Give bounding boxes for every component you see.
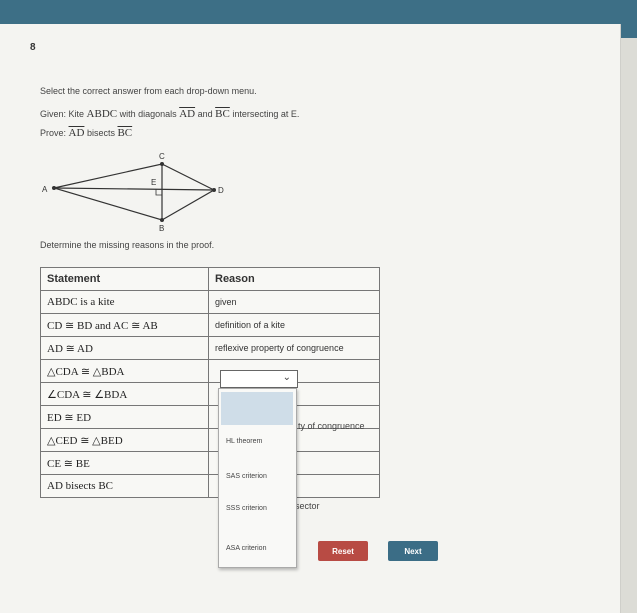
table-row: ∠CDA ≅ ∠BDA: [40, 382, 380, 406]
label-c: C: [159, 152, 165, 161]
table-row: CD ≅ BD and AC ≅ AB definition of a kite: [40, 313, 380, 337]
statement-cell: △CDA ≅ △BDA: [40, 359, 209, 383]
chevron-down-icon: ⌄: [282, 372, 291, 383]
kite-diagram: A C D B E: [42, 152, 224, 233]
vertex-a: [52, 186, 56, 190]
dropdown-option-sss[interactable]: SSS criterion: [226, 505, 267, 512]
statement-cell: AD bisects BC: [40, 474, 209, 498]
table-row: △CDA ≅ △BDA: [40, 359, 380, 383]
row6-reason-peek: ty of congruence: [298, 421, 365, 431]
statement-cell: CD ≅ BD and AC ≅ AB: [40, 313, 209, 337]
dropdown-option-sas[interactable]: SAS criterion: [226, 473, 267, 480]
label-a: A: [42, 185, 48, 194]
label-d: D: [218, 186, 224, 195]
label-e: E: [151, 178, 156, 187]
reason-dropdown-menu: HL theorem SAS criterion SSS criterion A…: [218, 388, 297, 568]
next-button[interactable]: Next: [388, 541, 438, 561]
statement-cell: △CED ≅ △BED: [40, 428, 209, 452]
vertex-d: [212, 188, 216, 192]
statement-cell: CE ≅ BE: [40, 451, 209, 475]
header-statement: Statement: [40, 267, 209, 291]
dropdown-highlighted-option[interactable]: [221, 392, 293, 425]
table-row: AD bisects BC: [40, 474, 380, 498]
reason-cell: definition of a kite: [208, 313, 380, 337]
reset-button[interactable]: Reset: [318, 541, 368, 561]
determine-text: Determine the missing reasons in the pro…: [40, 240, 215, 250]
table-row: CE ≅ BE: [40, 451, 380, 475]
statement-cell: ABDC is a kite: [40, 290, 209, 314]
statement-cell: AD ≅ AD: [40, 336, 209, 360]
row9-reason-peek: sector: [295, 501, 320, 511]
reason-select-row4[interactable]: ⌄: [220, 370, 298, 388]
given-statement: Given: Kite ABDC with diagonals AD and B…: [40, 108, 300, 120]
prove-statement: Prove: AD bisects BC: [40, 127, 133, 139]
table-row: ABDC is a kite given: [40, 290, 380, 314]
instructions: Select the correct answer from each drop…: [40, 86, 257, 96]
header-reason: Reason: [208, 267, 380, 291]
table-row: AD ≅ AD reflexive property of congruence: [40, 336, 380, 360]
dropdown-option-asa[interactable]: ASA criterion: [226, 545, 266, 552]
table-row: △CED ≅ △BED: [40, 428, 380, 452]
diagonal-ad: [53, 187, 215, 191]
vertex-b: [160, 218, 164, 222]
statement-cell: ∠CDA ≅ ∠BDA: [40, 382, 209, 406]
question-number: 8: [30, 42, 36, 53]
kite-outline: [51, 163, 216, 221]
statement-cell: ED ≅ ED: [40, 405, 209, 429]
reason-cell: given: [208, 290, 380, 314]
reason-cell: reflexive property of congruence: [208, 336, 380, 360]
vertex-c: [160, 162, 164, 166]
proof-header-row: Statement Reason: [40, 267, 380, 291]
label-b: B: [159, 224, 164, 233]
dropdown-option-hl[interactable]: HL theorem: [226, 438, 262, 445]
proof-table: Statement Reason ABDC is a kite given CD…: [40, 267, 380, 498]
